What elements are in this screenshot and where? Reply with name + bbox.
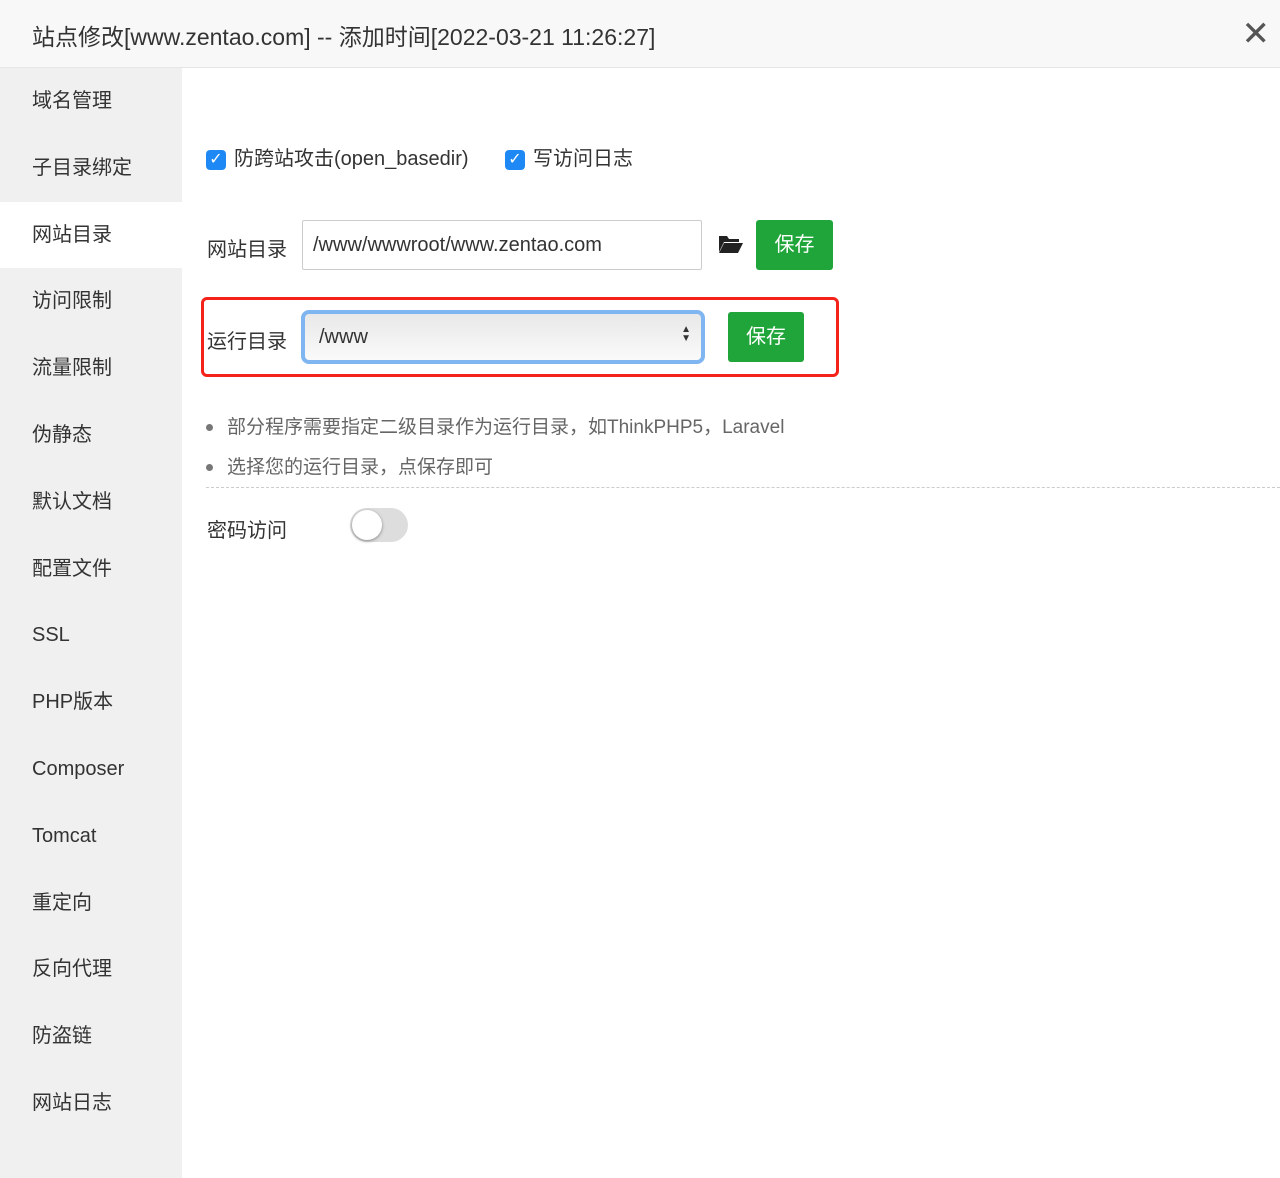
sidebar: 域名管理 子目录绑定 网站目录 访问限制 流量限制 伪静态 默认文档 配置文件 … [0,68,182,1178]
select-arrows-icon: ▲ ▼ [681,324,691,344]
password-access-toggle[interactable] [350,508,408,542]
site-dir-label: 网站目录 [207,239,287,261]
sidebar-item-composer[interactable]: Composer [0,736,182,803]
open-basedir-checkbox[interactable]: ✓ 防跨站攻击(open_basedir) [206,142,469,171]
checkbox-label: 防跨站攻击(open_basedir) [234,148,469,170]
sidebar-item-access-limit[interactable]: 访问限制 [0,268,182,335]
site-dir-input[interactable]: /www/wwwroot/www.zentao.com [302,220,702,270]
tip-item: 部分程序需要指定二级目录作为运行目录，如ThinkPHP5，Laravel [206,412,784,439]
sidebar-item-tomcat[interactable]: Tomcat [0,803,182,870]
divider [206,487,1280,488]
sidebar-item-traffic-limit[interactable]: 流量限制 [0,335,182,402]
sidebar-item-site-dir[interactable]: 网站目录 [0,201,182,269]
checkmark-icon: ✓ [505,149,525,170]
sidebar-item-default-doc[interactable]: 默认文档 [0,469,182,536]
sidebar-item-config[interactable]: 配置文件 [0,536,182,603]
sidebar-item-php[interactable]: PHP版本 [0,669,182,736]
sidebar-item-domain[interactable]: 域名管理 [0,68,182,135]
sidebar-item-redirect[interactable]: 重定向 [0,870,182,937]
main-panel: ✓ 防跨站攻击(open_basedir) ✓ 写访问日志 网站目录 /www/… [182,68,1280,1178]
sidebar-item-logs[interactable]: 网站日志 [0,1070,182,1137]
site-dir-save-button[interactable]: 保存 [756,220,833,270]
sidebar-item-ssl[interactable]: SSL [0,602,182,669]
close-icon[interactable]: ✕ [1242,14,1271,54]
run-dir-value: /www [319,326,368,348]
run-dir-label: 运行目录 [207,331,287,353]
sidebar-item-subdir[interactable]: 子目录绑定 [0,135,182,202]
tip-item: 选择您的运行目录，点保存即可 [206,452,493,479]
checkbox-label: 写访问日志 [533,148,633,170]
toggle-knob [352,510,382,540]
access-log-checkbox[interactable]: ✓ 写访问日志 [505,142,633,171]
run-dir-select[interactable]: /www ▲ ▼ [301,310,705,364]
sidebar-item-hotlink[interactable]: 防盗链 [0,1003,182,1070]
dialog-header: 站点修改[www.zentao.com] -- 添加时间[2022-03-21 … [0,0,1280,68]
checkmark-icon: ✓ [206,149,226,170]
run-dir-save-button[interactable]: 保存 [728,312,804,362]
dialog-title: 站点修改[www.zentao.com] -- 添加时间[2022-03-21 … [32,24,656,50]
password-access-label: 密码访问 [207,520,287,542]
folder-open-icon[interactable] [718,234,744,254]
sidebar-item-rewrite[interactable]: 伪静态 [0,402,182,469]
sidebar-item-reverse-proxy[interactable]: 反向代理 [0,936,182,1003]
